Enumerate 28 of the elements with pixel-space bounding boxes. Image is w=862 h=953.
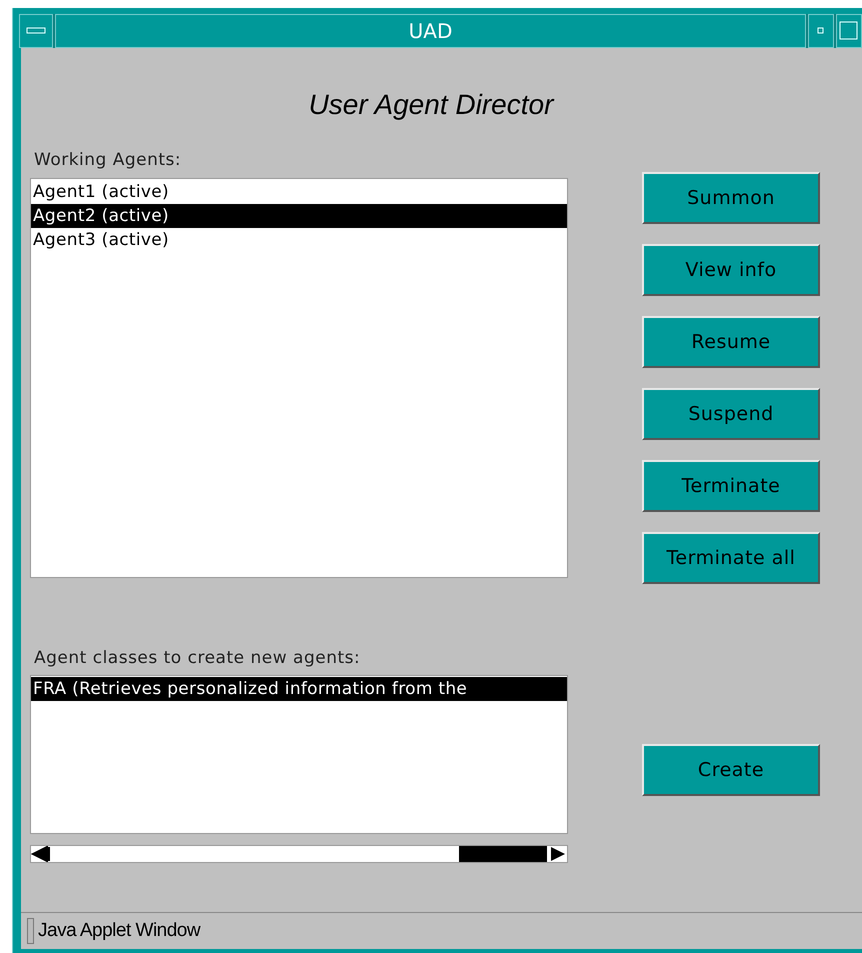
heading: User Agent Director (308, 88, 556, 122)
list-item[interactable]: FRA (Retrieves personalized information from the (31, 677, 567, 701)
list-item[interactable]: Agent3 (active) (31, 228, 567, 252)
scroll-left-icon[interactable] (31, 846, 51, 862)
action-button[interactable]: View info (642, 244, 820, 296)
menu-bar-icon (26, 27, 46, 35)
window-menu-button[interactable] (19, 14, 53, 48)
list-item[interactable]: Agent2 (active) (31, 204, 567, 228)
create-button[interactable]: Create (642, 744, 820, 796)
action-button[interactable]: Suspend (642, 388, 820, 440)
list-box[interactable]: Agent1 (active) Agent2 (active) Agent3 (active) (30, 178, 568, 578)
window-title: UAD (55, 14, 806, 48)
scroll-thumb[interactable] (459, 846, 547, 862)
action-button[interactable]: Terminate all (642, 532, 820, 584)
horizontal-scrollbar[interactable] (30, 845, 568, 863)
maximize-button[interactable] (836, 14, 862, 48)
list-box[interactable]: FRA (Retrieves personalized information from the (30, 675, 568, 834)
list-label: Working Agents: (34, 150, 182, 172)
maximize-icon (839, 21, 859, 41)
action-button[interactable]: Terminate (642, 460, 820, 512)
status-grip (27, 918, 34, 944)
minimize-button[interactable] (808, 14, 834, 48)
action-button[interactable]: Resume (642, 316, 820, 368)
status-text: Java Applet Window (38, 920, 200, 942)
minimize-icon (817, 27, 825, 35)
list-label: Agent classes to create new agents: (34, 648, 362, 670)
action-button[interactable]: Summon (642, 172, 820, 224)
list-item[interactable]: Agent1 (active) (31, 180, 567, 204)
